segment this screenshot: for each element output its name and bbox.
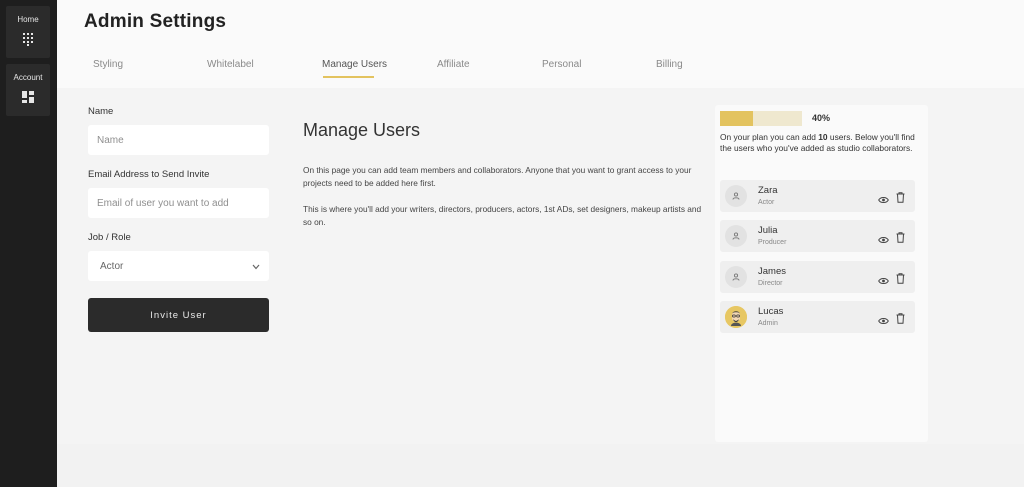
user-icon	[732, 232, 740, 240]
user-name: Lucas	[758, 306, 784, 317]
user-role: Actor	[758, 199, 775, 206]
user-avatar-icon	[725, 306, 747, 328]
sidebar: Home Account	[0, 0, 57, 487]
avatar	[725, 306, 747, 328]
plan-info-text: On your plan you can add 10 users. Below…	[720, 132, 925, 154]
active-tab-indicator	[323, 76, 374, 78]
page-title: Admin Settings	[84, 11, 227, 32]
section-title: Manage Users	[303, 120, 421, 140]
plan-max-users: 10	[818, 132, 828, 142]
tab-affiliate[interactable]: Affiliate	[437, 59, 470, 70]
trash-icon[interactable]	[896, 271, 905, 289]
trash-icon[interactable]	[896, 230, 905, 248]
tab-whitelabel[interactable]: Whitelabel	[207, 59, 254, 70]
name-label: Name	[88, 106, 114, 117]
chevron-down-icon	[252, 262, 260, 273]
user-card[interactable]: Zara Actor	[720, 180, 915, 212]
tab-manage-users[interactable]: Manage Users	[322, 59, 387, 70]
trash-icon[interactable]	[896, 190, 905, 208]
dashboard-grid-icon	[22, 90, 34, 108]
tab-personal[interactable]: Personal	[542, 59, 581, 70]
description-paragraph: This is where you'll add your writers, d…	[303, 204, 702, 227]
invite-user-button[interactable]: Invite User	[88, 298, 269, 332]
user-role: Director	[758, 280, 783, 287]
tab-billing[interactable]: Billing	[656, 59, 683, 70]
sidebar-item-home[interactable]: Home	[6, 6, 50, 58]
sidebar-item-label: Home	[17, 15, 39, 24]
role-label: Job / Role	[88, 232, 131, 243]
keypad-icon	[22, 32, 34, 51]
user-role: Admin	[758, 320, 778, 327]
trash-icon[interactable]	[896, 311, 905, 329]
name-input[interactable]	[88, 125, 269, 155]
user-icon	[732, 273, 740, 281]
avatar	[725, 266, 747, 288]
user-role: Producer	[758, 239, 787, 246]
tab-bar: Styling Whitelabel Manage Users Affiliat…	[57, 48, 1024, 88]
eye-icon[interactable]	[878, 312, 889, 330]
user-icon	[732, 192, 740, 200]
user-name: Zara	[758, 185, 778, 196]
eye-icon[interactable]	[878, 231, 889, 249]
plan-text-start: On your plan you can add	[720, 132, 819, 142]
plan-usage-fill	[720, 111, 753, 126]
email-label: Email Address to Send Invite	[88, 169, 210, 180]
user-name: James	[758, 266, 786, 277]
user-name: Julia	[758, 225, 778, 236]
eye-icon[interactable]	[878, 272, 889, 290]
page-header: Admin Settings	[57, 0, 1024, 48]
email-input[interactable]	[88, 188, 269, 218]
user-card[interactable]: James Director	[720, 261, 915, 293]
sidebar-item-account[interactable]: Account	[6, 64, 50, 116]
user-card[interactable]: Julia Producer	[720, 220, 915, 252]
user-card[interactable]: Lucas Admin	[720, 301, 915, 333]
description-paragraph: On this page you can add team members an…	[303, 165, 692, 188]
avatar	[725, 225, 747, 247]
sidebar-item-label: Account	[13, 73, 43, 82]
plan-usage-bar	[720, 111, 802, 126]
tab-styling[interactable]: Styling	[93, 59, 123, 70]
avatar	[725, 185, 747, 207]
eye-icon[interactable]	[878, 191, 889, 209]
plan-usage-percent: 40%	[812, 113, 831, 123]
role-select[interactable]: Actor	[88, 251, 269, 281]
role-select-value: Actor	[100, 260, 124, 272]
